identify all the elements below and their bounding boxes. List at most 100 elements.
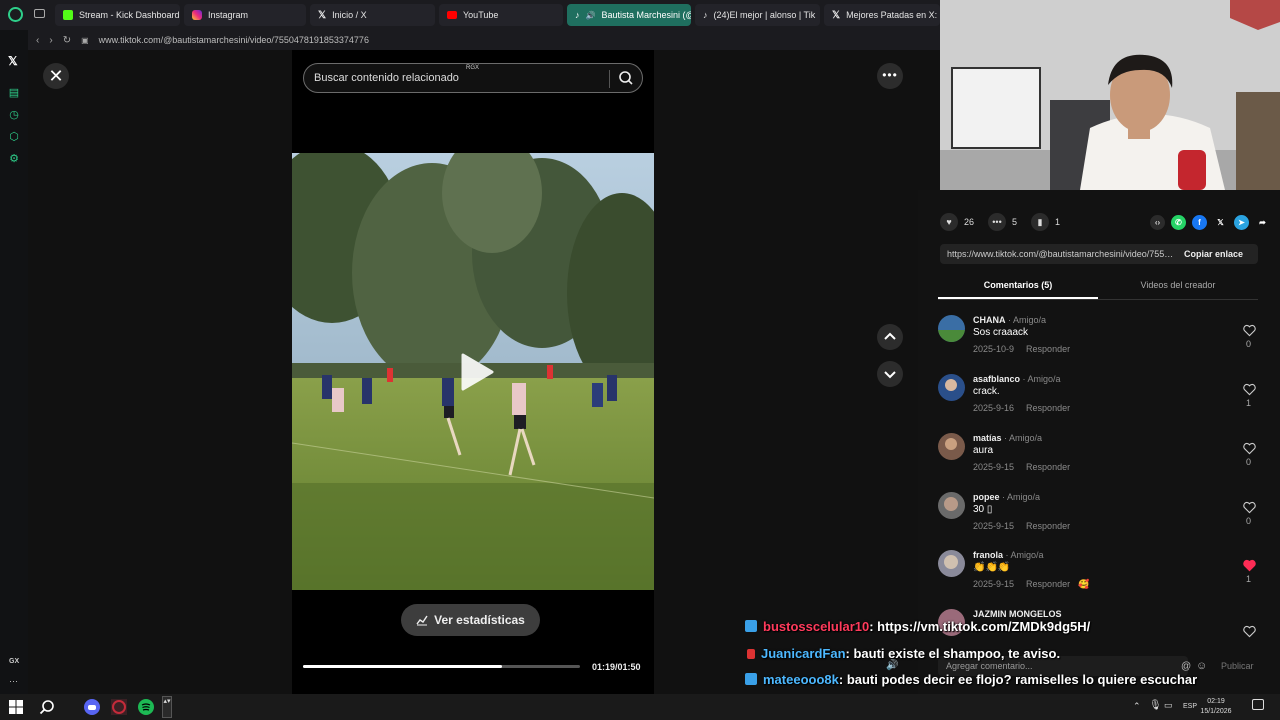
x-icon: 𝕏 bbox=[832, 9, 841, 21]
reply-button[interactable]: Responder bbox=[1026, 344, 1070, 354]
spotify-icon[interactable] bbox=[138, 699, 154, 715]
copy-link-button[interactable]: Copiar enlace bbox=[1184, 249, 1243, 259]
avatar[interactable] bbox=[938, 315, 965, 342]
avatar[interactable] bbox=[938, 550, 965, 577]
reply-button[interactable]: Responder bbox=[1026, 521, 1070, 531]
reply-button[interactable]: Responder bbox=[1026, 579, 1070, 589]
search-icon[interactable] bbox=[618, 70, 634, 86]
workspaces-icon[interactable] bbox=[34, 9, 45, 18]
pen-icon[interactable]: ▴▾ bbox=[162, 696, 172, 718]
comment-author[interactable]: popee · Amigo/a bbox=[973, 492, 1040, 502]
discord-icon[interactable] bbox=[84, 699, 100, 715]
tab-x-home[interactable]: 𝕏 Inicio / X bbox=[310, 4, 435, 26]
tab-creator-videos[interactable]: Videos del creador bbox=[1098, 280, 1258, 290]
heart-outline-icon[interactable] bbox=[1243, 383, 1256, 396]
comment-author[interactable]: asafblanco · Amigo/a bbox=[973, 374, 1061, 384]
like-count: 26 bbox=[964, 217, 975, 227]
bookmark-icon: ▮ bbox=[1031, 213, 1050, 231]
tab-kick-dashboard[interactable]: Stream - Kick Dashboard bbox=[55, 4, 180, 26]
telegram-icon[interactable]: ➤ bbox=[1234, 214, 1249, 230]
x-sidebar-icon[interactable]: 𝕏 bbox=[8, 54, 18, 68]
chat-text: : bauti podes decir ee flojo? ramiselles… bbox=[838, 672, 1198, 687]
language-indicator[interactable]: ESP bbox=[1183, 703, 1197, 710]
forward-icon[interactable]: › bbox=[49, 35, 52, 46]
reply-button[interactable]: Responder bbox=[1026, 403, 1070, 413]
next-video-button[interactable] bbox=[877, 361, 903, 387]
comment-item: popee · Amigo/a 30 ▯ 2025-9-15 Responder … bbox=[938, 492, 1258, 550]
x-share-icon[interactable]: 𝕏 bbox=[1213, 215, 1228, 230]
share-arrow-icon[interactable]: ➦ bbox=[1255, 215, 1270, 230]
comment-date: 2025-9-15 bbox=[973, 579, 1015, 589]
reload-icon[interactable]: ↻ bbox=[63, 35, 71, 46]
heart-outline-icon[interactable] bbox=[1243, 442, 1256, 455]
whatsapp-icon[interactable]: ✆ bbox=[1171, 214, 1186, 230]
tab-tiktok-bautista[interactable]: ♪ 🔊 Bautista Marchesini (@ bbox=[567, 4, 691, 26]
close-icon[interactable]: ✕ bbox=[43, 63, 69, 89]
heart-filled-icon[interactable] bbox=[1243, 559, 1256, 572]
chat-badge-icon bbox=[745, 620, 757, 632]
author-relation: · Amigo/a bbox=[1003, 550, 1044, 560]
tab-x-patadas[interactable]: 𝕏 Mejores Patadas en X: "E bbox=[824, 4, 940, 26]
embed-icon[interactable]: ‹› bbox=[1150, 214, 1165, 230]
history-icon[interactable]: ◷ bbox=[8, 109, 20, 121]
comment-button[interactable]: ••• 5 bbox=[988, 213, 1017, 231]
comment-author[interactable]: franola · Amigo/a bbox=[973, 550, 1044, 560]
network-icon[interactable]: ▭ bbox=[1164, 700, 1173, 711]
kick-icon bbox=[63, 10, 73, 20]
clock[interactable]: 02:19 15/1/2026 bbox=[1196, 697, 1236, 717]
opera-gx-logo-icon[interactable] bbox=[8, 7, 23, 22]
chat-message: bustosscelular10: https://vm.tiktok.com/… bbox=[745, 619, 1090, 634]
comment-author[interactable]: JAZMIN MONGELOS bbox=[973, 609, 1062, 619]
share-url[interactable]: https://www.tiktok.com/@bautistamarchesi… bbox=[947, 249, 1175, 259]
emoji-icon[interactable]: ☺ bbox=[1196, 660, 1207, 672]
publish-button[interactable]: Publicar bbox=[1221, 661, 1254, 671]
active-tab-indicator bbox=[938, 297, 1098, 299]
messenger-icon[interactable]: ▤ bbox=[8, 87, 20, 99]
comment-text: 30 ▯ bbox=[973, 504, 993, 515]
view-stats-button[interactable]: Ver estadísticas bbox=[401, 604, 540, 636]
microphone-icon[interactable]: 🎙 bbox=[1149, 700, 1162, 711]
like-button[interactable]: ♥ 26 bbox=[940, 213, 974, 231]
comment-meta: 2025-10-9 Responder bbox=[973, 344, 1070, 354]
avatar[interactable] bbox=[938, 374, 965, 401]
comment-text: 👏👏👏 bbox=[973, 562, 1011, 573]
settings-gear-icon[interactable]: ⚙ bbox=[8, 153, 20, 165]
back-icon[interactable]: ‹ bbox=[36, 35, 39, 46]
extensions-icon[interactable]: ⬡ bbox=[8, 131, 20, 143]
volume-icon[interactable]: 🔊 bbox=[886, 660, 898, 671]
x-icon: 𝕏 bbox=[318, 9, 327, 21]
mention-icon[interactable]: @ bbox=[1181, 661, 1191, 672]
save-button[interactable]: ▮ 1 bbox=[1031, 213, 1060, 231]
comment-date: 2025-10-9 bbox=[973, 344, 1015, 354]
avatar[interactable] bbox=[938, 492, 965, 519]
comment-author[interactable]: CHANA · Amigo/a bbox=[973, 315, 1046, 325]
comment-meta: 2025-9-15 Responder 🥰 bbox=[973, 579, 1089, 590]
avatar[interactable] bbox=[938, 433, 965, 460]
tray-chevron-up-icon[interactable]: ⌃ bbox=[1133, 701, 1141, 712]
speaker-icon[interactable]: 🔊 bbox=[586, 11, 596, 20]
url-field[interactable]: www.tiktok.com/@bautistamarchesini/video… bbox=[99, 35, 369, 45]
opera-gx-taskbar-icon[interactable] bbox=[111, 699, 127, 715]
notifications-icon[interactable] bbox=[1252, 699, 1264, 710]
rgx-badge: RGX bbox=[466, 65, 480, 71]
heart-outline-icon[interactable] bbox=[1243, 324, 1256, 337]
gx-label[interactable]: GX bbox=[9, 658, 19, 665]
tab-tiktok-alonso[interactable]: ♪ (24)El mejor | alonso | Tik bbox=[695, 4, 820, 26]
facebook-icon[interactable]: f bbox=[1192, 214, 1207, 230]
reply-button[interactable]: Responder bbox=[1026, 462, 1070, 472]
heart-outline-icon[interactable] bbox=[1243, 501, 1256, 514]
comment-text: Sos craaack bbox=[973, 327, 1029, 338]
windows-start-icon[interactable] bbox=[8, 699, 24, 715]
tab-instagram[interactable]: Instagram bbox=[184, 4, 306, 26]
more-options-icon[interactable]: ••• bbox=[877, 63, 903, 89]
tab-comments[interactable]: Comentarios (5) bbox=[938, 280, 1098, 290]
tab-youtube[interactable]: YouTube bbox=[439, 4, 563, 26]
play-icon[interactable] bbox=[459, 352, 495, 392]
search-taskbar-icon[interactable] bbox=[39, 699, 55, 715]
heart-outline-icon[interactable] bbox=[1243, 625, 1256, 638]
tab-label: YouTube bbox=[463, 10, 499, 20]
author-name: franola bbox=[973, 550, 1004, 560]
more-icon[interactable]: ··· bbox=[9, 676, 18, 686]
comment-author[interactable]: matías · Amigo/a bbox=[973, 433, 1042, 443]
previous-video-button[interactable] bbox=[877, 324, 903, 350]
